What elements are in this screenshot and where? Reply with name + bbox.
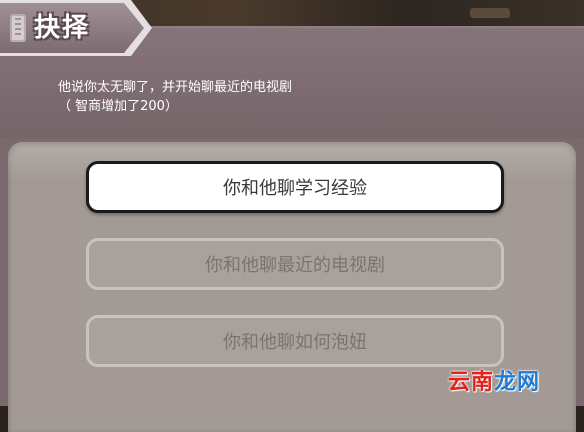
site-watermark: 云南龙网 [448, 364, 540, 396]
choice-dating-tips-button[interactable]: 你和他聊如何泡妞 [86, 315, 504, 367]
choice-label: 你和他聊最近的电视剧 [205, 255, 385, 276]
dialog-title: 抉择 [34, 13, 91, 43]
watermark-part2: 龙网 [494, 370, 541, 395]
hinge-icon [10, 14, 26, 42]
choice-study-experience-button[interactable]: 你和他聊学习经验 [86, 161, 504, 213]
scene-lamp [470, 8, 510, 18]
stat-change-message: （ 智商增加了200） [58, 99, 178, 114]
choice-tv-drama-button[interactable]: 你和他聊最近的电视剧 [86, 238, 504, 290]
watermark-part1: 云南 [448, 370, 495, 395]
result-message: 他说你太无聊了，并开始聊最近的电视剧 [58, 80, 293, 95]
choice-label: 你和他聊如何泡妞 [223, 332, 367, 353]
choice-label: 你和他聊学习经验 [223, 178, 367, 199]
